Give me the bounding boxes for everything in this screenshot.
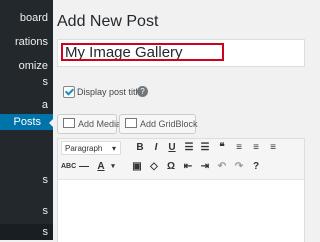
- sidebar-item-label: s: [42, 205, 49, 217]
- sidebar-item-label: rations: [14, 36, 48, 48]
- blockquote-icon[interactable]: ❝: [216, 141, 228, 155]
- add-media-label: Add Media: [78, 119, 122, 129]
- sidebar-item-9[interactable]: s: [0, 224, 53, 240]
- post-title-input[interactable]: [61, 43, 224, 61]
- list-icon[interactable]: ☰: [183, 141, 195, 155]
- sidebar-item-label: board: [19, 12, 48, 24]
- post-title-field: [57, 39, 305, 67]
- special-char-icon[interactable]: Ω: [165, 160, 177, 174]
- indent-icon[interactable]: ⇥: [199, 160, 211, 174]
- format-select[interactable]: Paragraph ▾: [61, 141, 121, 155]
- sidebar-item-label: omize: [18, 60, 48, 72]
- chevron-down-icon: ▾: [111, 144, 116, 153]
- align-right-icon[interactable]: ≡: [267, 141, 279, 155]
- align-center-icon[interactable]: ≡: [250, 141, 262, 155]
- text-color-icon[interactable]: A: [95, 160, 107, 174]
- underline-icon[interactable]: U: [166, 141, 178, 155]
- bold-icon[interactable]: B: [134, 141, 146, 155]
- hr-icon[interactable]: —: [78, 160, 90, 174]
- add-media-button[interactable]: Add Media: [57, 114, 121, 134]
- editor-toolbar-row-2: ABC — A ▾ ▣ ◇ Ω ⇤ ⇥ ↶ ↷ ?: [58, 158, 304, 176]
- clear-format-icon[interactable]: ◇: [148, 160, 160, 174]
- help-circle-icon[interactable]: ?: [250, 160, 262, 174]
- help-icon[interactable]: ?: [137, 86, 148, 97]
- sidebar-item-label: s: [42, 226, 49, 238]
- align-left-icon[interactable]: ≡: [233, 141, 245, 155]
- sidebar-item-label: s: [42, 76, 49, 88]
- page-title: Add New Post: [57, 13, 159, 30]
- sidebar-item-customize[interactable]: omize: [0, 58, 53, 74]
- display-post-title-checkbox[interactable]: [63, 86, 75, 98]
- sidebar-item-7[interactable]: s: [0, 172, 53, 188]
- add-gridblock-label: Add GridBlock: [140, 119, 198, 129]
- sidebar-item-label: a: [41, 99, 48, 111]
- main-content: Add New Post Display post title ? Add Me…: [53, 0, 305, 242]
- undo-icon[interactable]: ↶: [216, 160, 228, 174]
- media-icon: [63, 118, 75, 128]
- sidebar-item-integrations[interactable]: rations: [0, 34, 53, 50]
- chevron-down-icon[interactable]: ▾: [107, 160, 119, 174]
- outdent-icon[interactable]: ⇤: [182, 160, 194, 174]
- admin-sidebar: board rations omize s a Posts s s s: [0, 0, 53, 240]
- editor-toolbar-row-1: Paragraph ▾ B I U ☰ ☰ ❝ ≡ ≡ ≡: [58, 139, 304, 157]
- sidebar-item-dashboard[interactable]: board: [0, 10, 53, 26]
- add-gridblock-button[interactable]: Add GridBlock: [119, 114, 198, 134]
- sidebar-item-label: Posts: [13, 116, 41, 128]
- strikethrough-icon[interactable]: ABC: [61, 160, 76, 174]
- italic-icon[interactable]: I: [150, 141, 162, 155]
- display-post-title-label: Display post title: [77, 87, 143, 97]
- sidebar-item-media[interactable]: a: [0, 97, 53, 113]
- redo-icon[interactable]: ↷: [233, 160, 245, 174]
- editor-content-area[interactable]: [58, 179, 304, 242]
- sidebar-item-label: s: [42, 174, 49, 186]
- sidebar-item-posts[interactable]: Posts: [0, 114, 53, 130]
- gridblock-icon: [125, 118, 137, 128]
- editor: Paragraph ▾ B I U ☰ ☰ ❝ ≡ ≡ ≡ ABC — A ▾ …: [57, 138, 305, 242]
- numbered-list-icon[interactable]: ☰: [199, 141, 211, 155]
- sidebar-item-8[interactable]: s: [0, 203, 53, 219]
- sidebar-item-4[interactable]: s: [0, 74, 53, 90]
- format-select-value: Paragraph: [65, 144, 103, 153]
- paste-text-icon[interactable]: ▣: [131, 160, 143, 174]
